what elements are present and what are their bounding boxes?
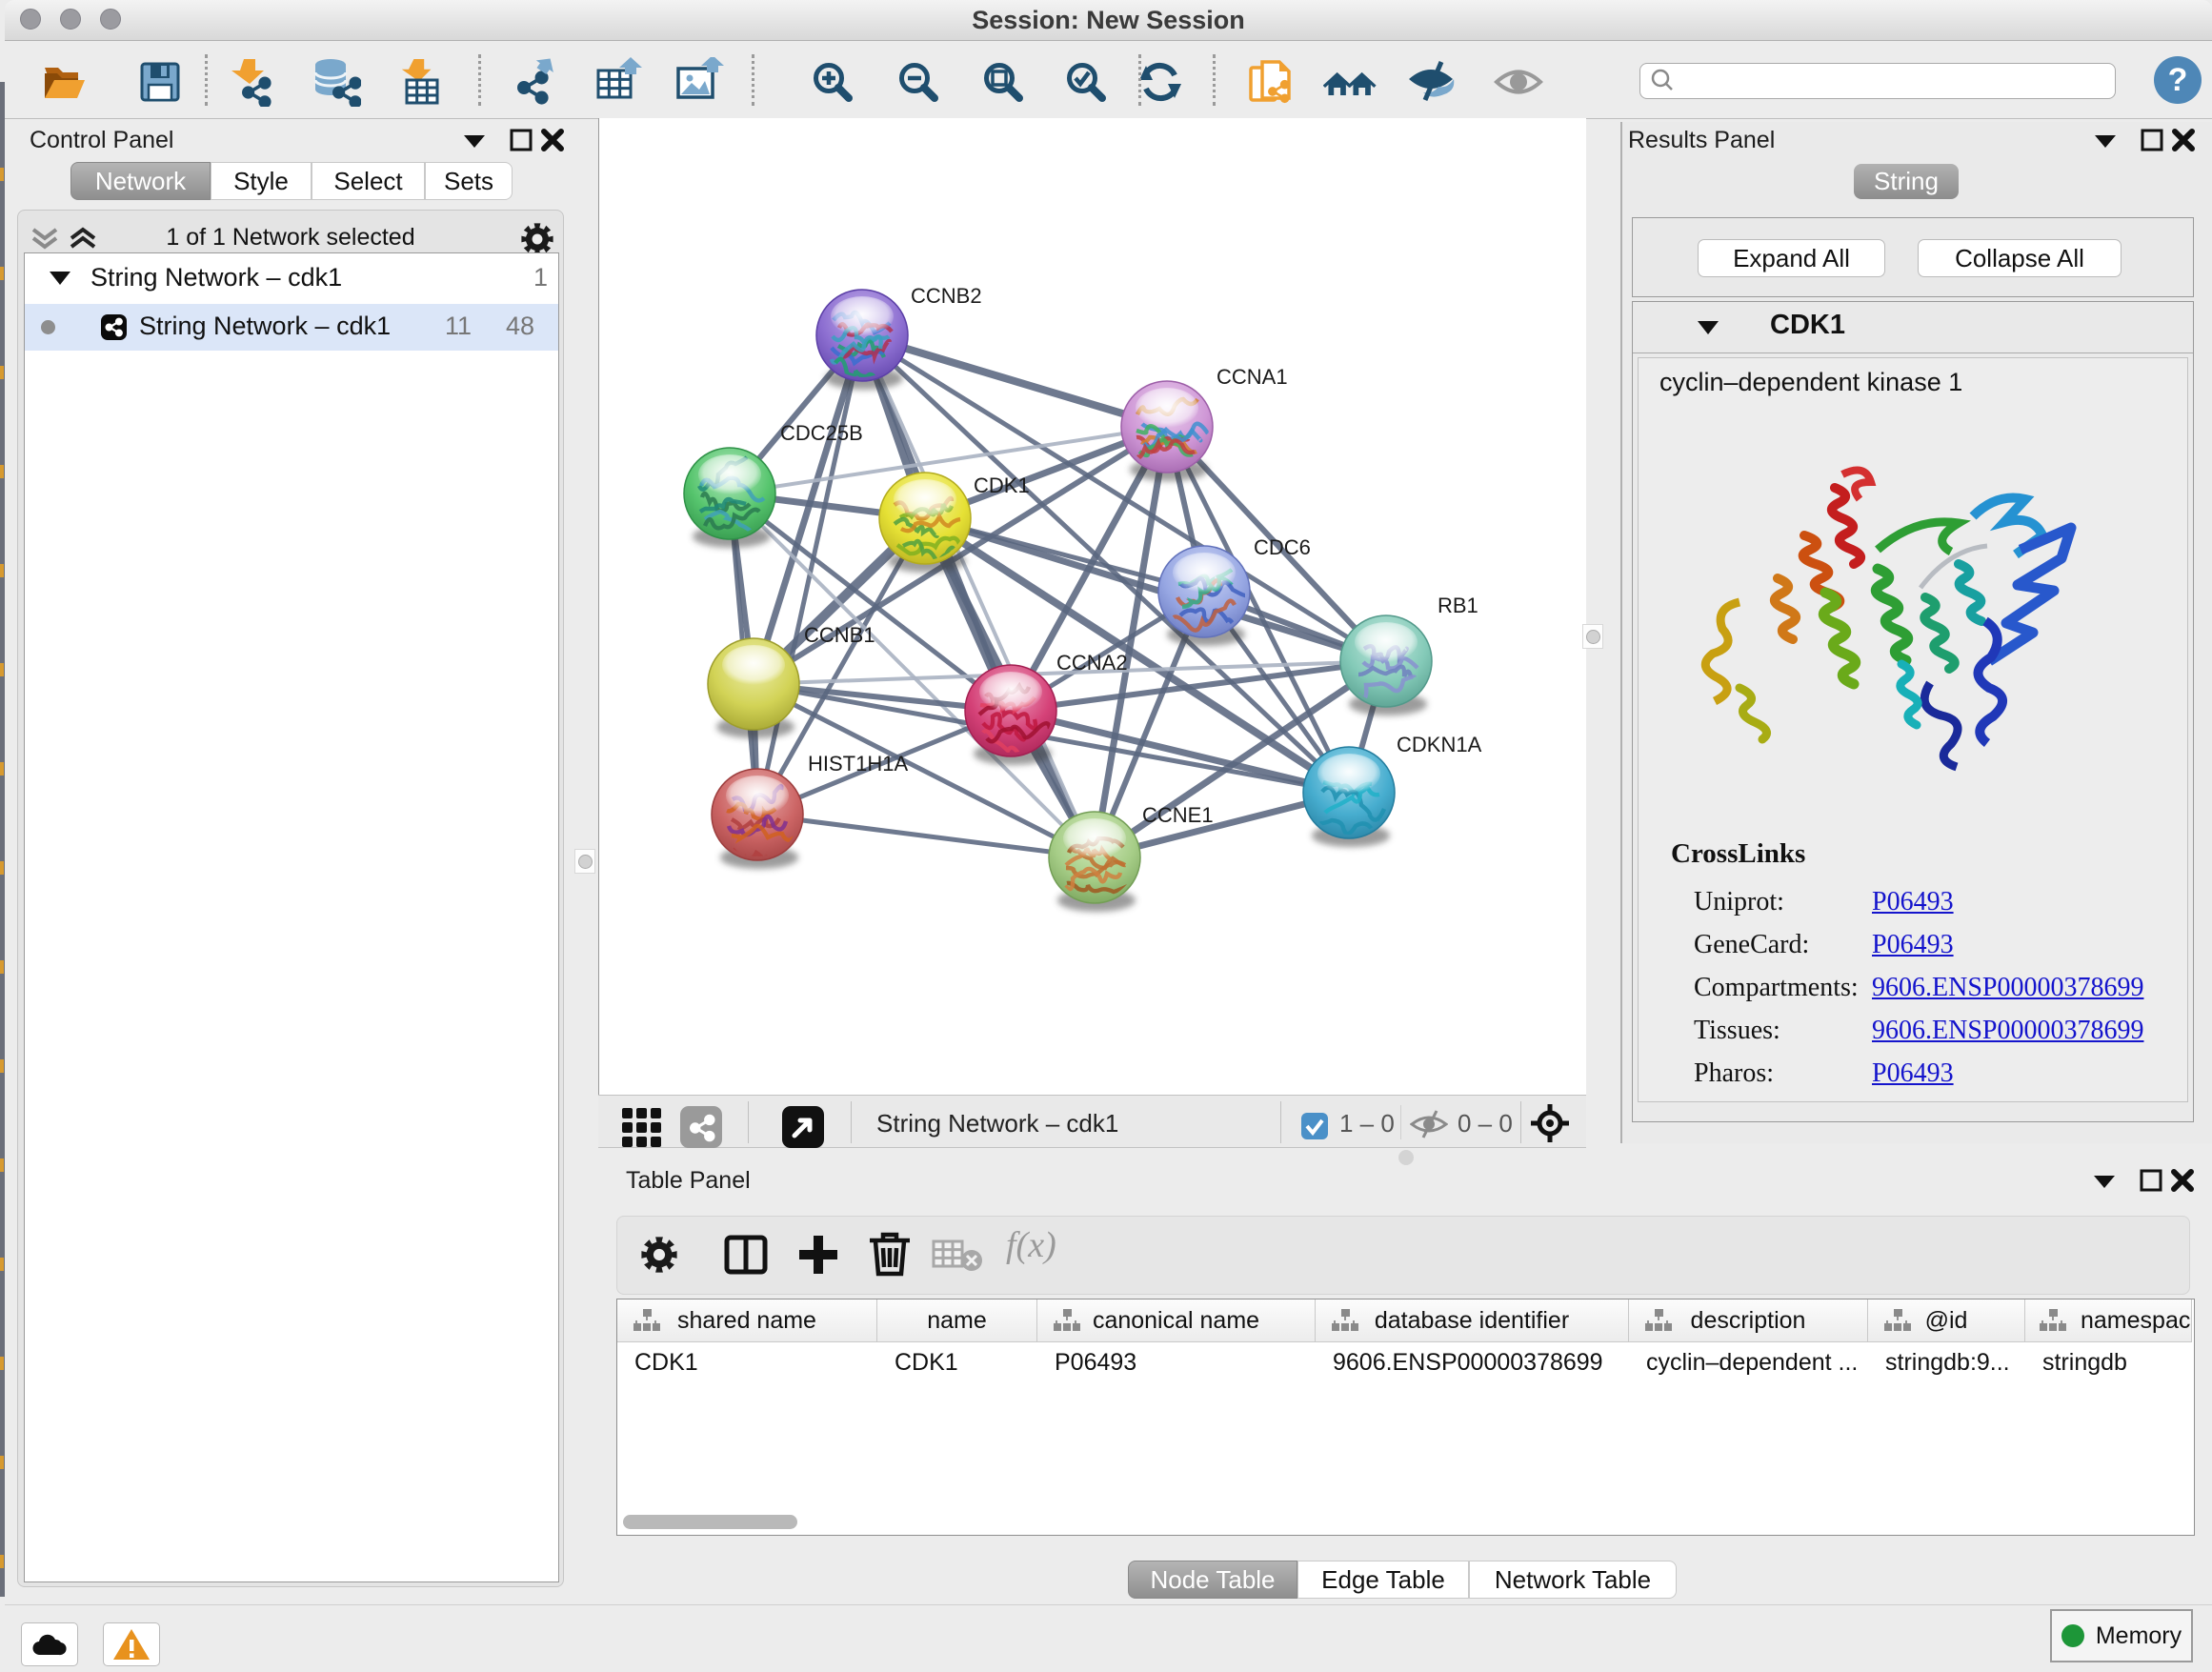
svg-text:CCNB1: CCNB1 <box>804 623 875 647</box>
svg-text:?: ? <box>2168 62 2188 98</box>
svg-text:CCNA1: CCNA1 <box>1217 365 1288 389</box>
svg-text:CDKN1A: CDKN1A <box>1397 733 1482 756</box>
svg-text:CDK1: CDK1 <box>974 473 1030 497</box>
svg-text:CCNB2: CCNB2 <box>911 284 982 308</box>
svg-text:CCNE1: CCNE1 <box>1142 803 1214 827</box>
svg-text:CDC25B: CDC25B <box>780 421 863 445</box>
svg-text:RB1: RB1 <box>1438 594 1478 617</box>
svg-text:HIST1H1A: HIST1H1A <box>808 752 908 776</box>
svg-text:CDC6: CDC6 <box>1254 535 1311 559</box>
svg-text:CCNA2: CCNA2 <box>1056 651 1128 675</box>
